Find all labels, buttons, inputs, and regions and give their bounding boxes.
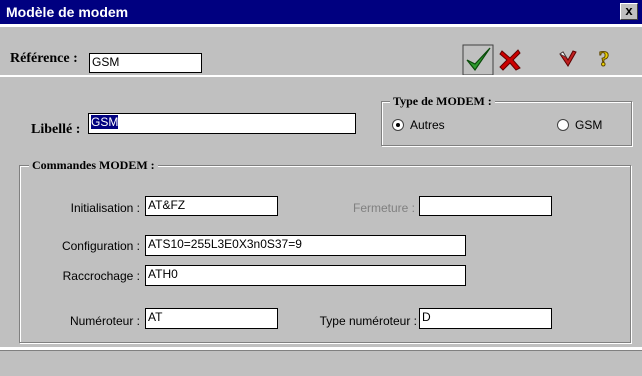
window-title: Modèle de modem <box>6 4 129 20</box>
window-title-bar: Modèle de modem <box>0 0 642 24</box>
eraser-icon <box>559 50 577 67</box>
reference-label: Référence : <box>10 51 78 66</box>
eraser-button[interactable] <box>556 47 580 71</box>
fermeture-label: Fermeture : <box>352 201 415 215</box>
cancel-button[interactable] <box>497 47 523 73</box>
initialisation-input[interactable]: AT&FZ <box>145 196 278 216</box>
type-numeroteur-label: Type numéroteur : <box>319 314 417 328</box>
radio-gsm-label[interactable]: GSM <box>575 117 602 133</box>
close-icon: x <box>625 3 633 18</box>
libelle-input[interactable]: GSM <box>88 113 356 134</box>
libelle-value: GSM <box>91 115 119 129</box>
commands-legend: Commandes MODEM : <box>29 158 158 173</box>
help-question-icon: ? <box>598 46 610 72</box>
help-button[interactable]: ? <box>594 46 614 72</box>
validate-button[interactable] <box>462 43 494 77</box>
radio-autres[interactable] <box>392 119 404 131</box>
raccrochage-input[interactable]: ATH0 <box>145 265 466 286</box>
check-icon <box>462 44 494 76</box>
cancel-x-icon <box>499 49 521 71</box>
raccrochage-label: Raccrochage : <box>62 269 140 283</box>
initialisation-label: Initialisation : <box>70 201 140 215</box>
radio-autres-label[interactable]: Autres <box>410 117 445 133</box>
libelle-label: Libellé : <box>31 122 81 137</box>
fermeture-input[interactable] <box>419 196 552 216</box>
reference-input[interactable]: GSM <box>89 53 202 73</box>
radio-gsm[interactable] <box>557 119 569 131</box>
configuration-input[interactable]: ATS10=255L3E0X3n0S37=9 <box>145 235 466 256</box>
modem-type-legend: Type de MODEM : <box>390 94 495 109</box>
type-numeroteur-input[interactable]: D <box>419 308 552 329</box>
configuration-label: Configuration : <box>61 239 140 253</box>
close-button[interactable]: x <box>620 3 638 20</box>
status-bar <box>0 350 642 376</box>
numeroteur-label: Numéroteur : <box>69 314 140 328</box>
numeroteur-input[interactable]: AT <box>145 308 278 329</box>
